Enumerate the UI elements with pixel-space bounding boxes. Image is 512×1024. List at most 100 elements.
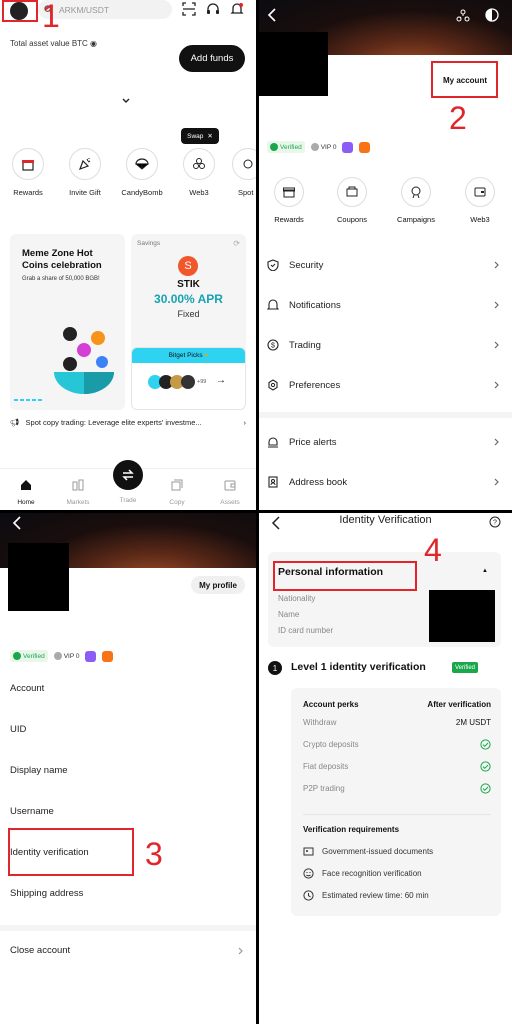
clock-icon: [303, 890, 314, 901]
redacted-avatar: [259, 32, 328, 96]
dollar-circle-icon: $: [267, 339, 279, 351]
check-icon: [270, 143, 278, 151]
web3-icon: [193, 158, 205, 169]
orange-badge-icon: [102, 650, 114, 662]
bell-icon[interactable]: [230, 2, 244, 16]
vip-icon: [310, 143, 319, 151]
trade-button[interactable]: [113, 460, 143, 490]
row-display-name[interactable]: Display name: [10, 765, 68, 776]
orange-badge-icon: [359, 141, 371, 153]
my-profile-button[interactable]: My profile: [191, 576, 245, 594]
row-username[interactable]: Username: [10, 806, 54, 817]
megaphone-icon: 📢︎: [10, 418, 20, 427]
copy-icon: [171, 479, 183, 491]
quick-rewards[interactable]: Rewards: [271, 177, 307, 224]
coins-illustration: [54, 327, 114, 394]
row-account[interactable]: Account: [10, 683, 44, 694]
badge-row: Verified VIP 0: [267, 141, 371, 153]
quick-action-invite-gift[interactable]: Invite Gift: [61, 148, 109, 197]
field-id-card: ID card number: [278, 626, 334, 635]
redacted-avatar: [8, 543, 69, 611]
svg-text:$: $: [271, 343, 275, 350]
svg-text:?: ?: [493, 520, 497, 527]
headset-icon[interactable]: [206, 2, 220, 16]
nav-markets[interactable]: Markets: [58, 479, 98, 506]
divider: [303, 814, 491, 815]
scan-icon[interactable]: [182, 2, 196, 16]
swap-tooltip: Swap ✕: [181, 128, 219, 144]
network-icon[interactable]: [456, 8, 470, 22]
level-title: Level 1 identity verification: [291, 661, 426, 673]
back-icon[interactable]: [12, 516, 22, 530]
quick-web3[interactable]: Web3: [462, 177, 498, 224]
highlight-box-1: [2, 0, 38, 22]
back-icon[interactable]: [267, 8, 277, 22]
field-name: Name: [278, 610, 300, 619]
row-close-account[interactable]: Close account: [10, 945, 70, 956]
announcement[interactable]: 📢︎ Spot copy trading: Leverage elite exp…: [10, 418, 246, 427]
add-funds-button[interactable]: Add funds: [179, 45, 245, 72]
row-shipping-address[interactable]: Shipping address: [10, 888, 83, 899]
caret-up-icon[interactable]: ▲: [482, 568, 488, 574]
quick-action-candybomb[interactable]: CandyBomb: [118, 148, 166, 197]
address-book-icon: [268, 476, 278, 488]
chevron-right-icon: ›: [243, 418, 247, 427]
quick-action-spot[interactable]: Spot: [228, 148, 256, 197]
badge-row: Verified VIP 0: [10, 650, 114, 662]
req-face: Face recognition verification: [303, 868, 422, 879]
stik-coin-icon: S: [178, 256, 198, 276]
coupon-icon: [346, 186, 358, 197]
search-placeholder: ARKM/USDT: [59, 4, 110, 15]
menu-trading[interactable]: $ Trading: [259, 333, 512, 357]
quick-action-web3[interactable]: Web3: [175, 148, 223, 197]
quick-action-rewards[interactable]: Rewards: [4, 148, 52, 197]
home-screen: ARKM/USDT 1 Total asset value BTC ◉ Add …: [0, 0, 256, 510]
chevron-right-icon: [494, 438, 499, 446]
req-header: Verification requirements: [303, 825, 400, 834]
meme-zone-card[interactable]: Meme Zone Hot Coins celebration Grab a s…: [10, 234, 125, 410]
chevron-right-icon: [494, 341, 499, 349]
quick-campaigns[interactable]: Campaigns: [393, 177, 439, 224]
gift-icon: [22, 160, 34, 171]
chevron-right-icon: [494, 261, 499, 269]
moon-icon[interactable]: [485, 8, 499, 22]
nav-copy[interactable]: Copy: [157, 479, 197, 506]
row-uid[interactable]: UID: [10, 724, 26, 735]
parachute-icon: [135, 158, 149, 170]
divider: [259, 412, 512, 418]
menu-security[interactable]: Security: [259, 253, 512, 277]
nav-home[interactable]: Home: [6, 479, 46, 506]
close-icon: ✕: [207, 133, 213, 140]
redacted-values: [429, 590, 495, 642]
id-card-icon: [303, 847, 314, 856]
menu-address-book[interactable]: Address book: [259, 470, 512, 494]
help-icon[interactable]: ?: [489, 516, 501, 528]
menu-notifications[interactable]: Notifications: [259, 293, 512, 317]
arrow-right-icon[interactable]: →: [216, 375, 226, 386]
highlight-box-3: [8, 828, 134, 876]
chevron-down-icon[interactable]: [121, 96, 131, 106]
nav-assets[interactable]: Assets: [210, 479, 250, 506]
highlight-box-2: [431, 61, 498, 98]
chevron-right-icon: [494, 301, 499, 309]
shield-icon: [267, 259, 279, 271]
step-number: 2: [449, 100, 467, 136]
refresh-icon[interactable]: ⟳: [233, 239, 240, 248]
party-popper-icon: [78, 158, 91, 171]
bell-icon: [267, 299, 279, 310]
perk-crypto-deposits: Crypto deposits: [303, 739, 491, 750]
nav-trade-label[interactable]: Trade: [108, 497, 148, 504]
menu-preferences[interactable]: Preferences: [259, 373, 512, 397]
chevron-right-icon: [238, 947, 244, 955]
req-documents: Government-issued documents: [303, 846, 433, 857]
purple-badge-icon: [85, 650, 97, 662]
menu-price-alerts[interactable]: Price alerts: [259, 430, 512, 454]
bitget-picks[interactable]: Bitget Picks ● +99 →: [131, 347, 246, 410]
vip-icon: [53, 652, 62, 660]
check-circle-icon: [480, 783, 491, 794]
medal-icon: [411, 186, 421, 198]
savings-card[interactable]: Savings ⟳ S STIK 30.00% APR Fixed Bitget…: [131, 234, 246, 410]
quick-coupons[interactable]: Coupons: [334, 177, 370, 224]
gift-icon: [283, 187, 295, 198]
vip-badge: VIP 0: [310, 141, 336, 153]
